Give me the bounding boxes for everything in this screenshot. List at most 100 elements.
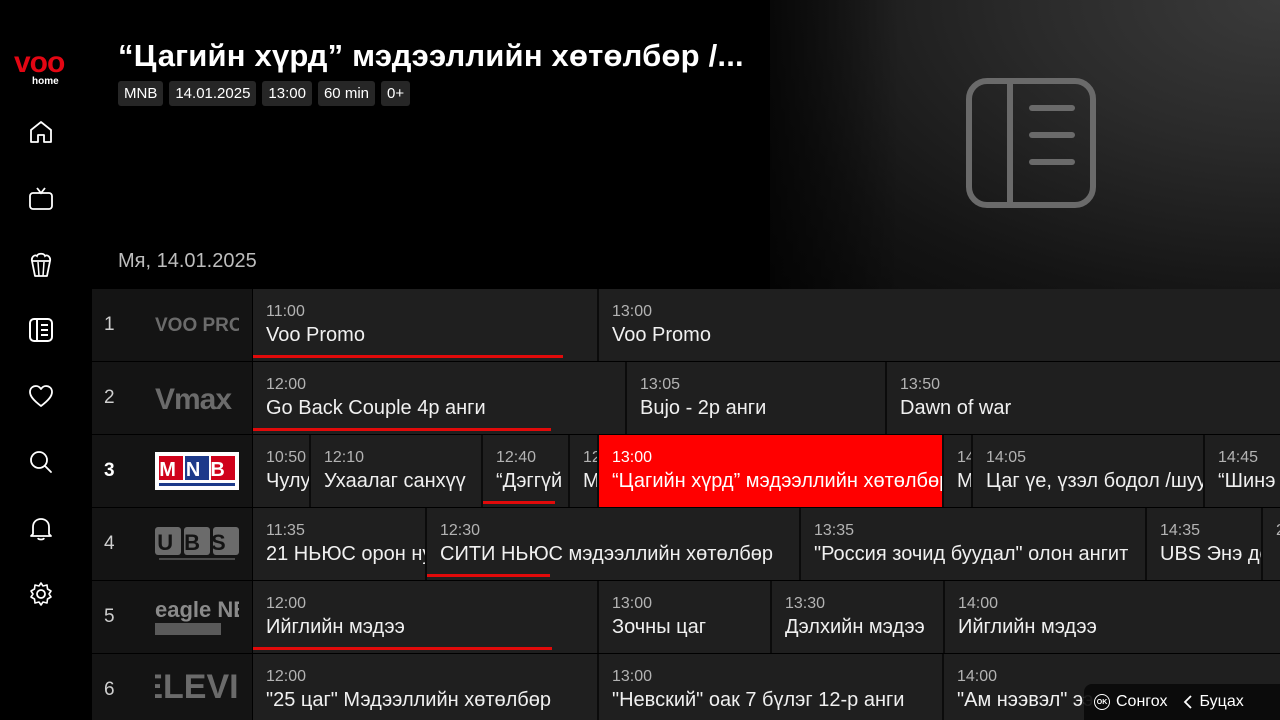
program-progress	[253, 647, 553, 650]
program-cell[interactable]: 13:00 Зочны цаг	[599, 581, 772, 653]
voo-logo: voo home	[14, 44, 80, 88]
program-time: 12	[583, 449, 597, 466]
chevron-left-icon	[1183, 695, 1192, 709]
program-cell[interactable]: 14:35 UBS Энэ долоо	[1147, 508, 1263, 580]
guide-placeholder-icon	[966, 78, 1096, 208]
nav-settings[interactable]	[26, 579, 56, 609]
program-cell[interactable]: 13:00 Voo Promo	[599, 289, 1280, 361]
popcorn-icon	[30, 252, 52, 277]
channel-cell[interactable]: 6 25 TELEVISION	[92, 654, 252, 720]
program-name: “Шинэ Т	[1218, 470, 1280, 492]
tv-icon	[29, 187, 53, 210]
program-time: 14:00	[958, 595, 999, 612]
program-cell[interactable]: 13:35 "Россия зочид буудал" олон ангит	[801, 508, 1147, 580]
program-cell[interactable]: 12:00 "25 цаг" Мэдээллийн хөтөлбөр	[253, 654, 599, 720]
program-name: M	[583, 470, 599, 492]
channel-number: 2	[104, 387, 115, 408]
channel-cell[interactable]: 1 VOO PROMO	[92, 289, 252, 361]
program-name: Дэлхийн мэдээ	[785, 616, 925, 638]
nav-notifications[interactable]	[26, 513, 56, 543]
nav-search[interactable]	[26, 447, 56, 477]
age-rating-badge: 0+	[381, 81, 411, 106]
program-cell[interactable]: 12:00 Ийглийн мэдээ	[253, 581, 599, 653]
back-hint[interactable]: Буцах	[1200, 693, 1244, 711]
program-cell[interactable]: 11:00 Voo Promo	[253, 289, 599, 361]
program-progress	[253, 355, 563, 358]
program-name: "Ам нээвэл" ээ	[957, 689, 1094, 711]
program-time: 14:05	[986, 449, 1027, 466]
program-cell[interactable]: 14 M	[944, 435, 973, 507]
vmax-logo: Vmax	[154, 376, 240, 420]
program-time: 14:00	[957, 668, 998, 685]
channel-number: 4	[104, 533, 115, 554]
program-name: Go Back Couple 4р анги	[266, 397, 486, 419]
nav-tv[interactable]	[26, 184, 56, 214]
program-cell[interactable]: 14:45 “Шинэ Т	[1205, 435, 1280, 507]
program-name: Voo Promo	[266, 324, 365, 346]
program-cell[interactable]: 13:50 Dawn of war	[887, 362, 1280, 434]
svg-text:25 TELEVISION: 25 TELEVISION	[155, 668, 239, 706]
program-time: 13:35	[814, 522, 855, 539]
svg-text:voo: voo	[14, 46, 65, 79]
program-cell[interactable]: 13:05 Bujo - 2р анги	[627, 362, 887, 434]
nav-guide[interactable]	[26, 315, 56, 345]
nav-movies[interactable]	[26, 250, 56, 280]
program-cell[interactable]: 14:05 Цаг үе, үзэл бодол /шууд/	[973, 435, 1205, 507]
channel-cell[interactable]: 2 Vmax	[92, 362, 252, 434]
program-cell[interactable]: 12:30 СИТИ НЬЮС мэдээллийн хөтөлбөр	[427, 508, 801, 580]
program-cell[interactable]: 13:00 "Невский" оак 7 бүлэг 12-р анги	[599, 654, 944, 720]
program-cell[interactable]: 12:40 “Дэггүй	[483, 435, 570, 507]
program-time: 11:35	[266, 522, 305, 539]
program-cell[interactable]: 12:10 Ухаалаг санхүү	[311, 435, 483, 507]
program-cell[interactable]: 12 M	[570, 435, 599, 507]
svg-text:MNB: MNB	[159, 459, 235, 481]
eagle-news-logo: eagle NEWS	[154, 595, 240, 639]
program-name: Voo Promo	[612, 324, 711, 346]
channel-row: 4 UBS 11:35 21 НЬЮС орон нутаг 12:30 СИТ…	[92, 508, 1280, 580]
program-time: 12:10	[324, 449, 365, 466]
select-hint[interactable]: Сонгох	[1116, 693, 1168, 711]
program-name: Dawn of war	[900, 397, 1012, 419]
svg-text:UBS: UBS	[157, 530, 236, 555]
gear-icon	[30, 582, 52, 606]
program-cell[interactable]: 14:00 Ийглийн мэдээ	[945, 581, 1280, 653]
program-time: 12:00	[266, 595, 307, 612]
svg-text:VOO PROMO: VOO PROMO	[155, 315, 239, 336]
channel-number: 6	[104, 679, 115, 700]
program-name: “Цагийн хүрд” мэдээллийн хөтөлбөр	[612, 470, 944, 492]
program-time: 13:50	[900, 376, 941, 393]
program-cell[interactable]: 10:50 Чулуу	[253, 435, 311, 507]
program-cell[interactable]: 11:35 21 НЬЮС орон нутаг	[253, 508, 427, 580]
channel-cell[interactable]: 5 eagle NEWS	[92, 581, 252, 653]
program-name: Ийглийн мэдээ	[958, 616, 1097, 638]
program-cell[interactable]: 2	[1263, 508, 1280, 580]
nav-home[interactable]	[26, 117, 56, 147]
program-name: Bujo - 2р анги	[640, 397, 767, 419]
program-name: Цаг үе, үзэл бодол /шууд/	[986, 470, 1205, 492]
program-name: “Дэггүй	[496, 470, 563, 492]
program-name: Зочны цаг	[612, 616, 707, 638]
channel-row-active: 3 MNB 10:50 Чулуу 12:10 Ухаалаг санхүү	[92, 435, 1280, 507]
program-name: "Невский" оак 7 бүлэг 12-р анги	[612, 689, 905, 711]
program-time: 12:40	[496, 449, 537, 466]
duration-badge: 60 min	[317, 81, 375, 106]
program-time: 12:00	[266, 376, 307, 393]
channel-cell[interactable]: 3 MNB	[92, 435, 252, 507]
nav-favorites[interactable]	[26, 381, 56, 411]
channel-cell[interactable]: 4 UBS	[92, 508, 252, 580]
program-cell[interactable]: 12:00 Go Back Couple 4р анги	[253, 362, 627, 434]
ok-button-icon: OK	[1094, 694, 1110, 710]
program-cell[interactable]: 13:30 Дэлхийн мэдээ	[772, 581, 945, 653]
program-name: Ийглийн мэдээ	[266, 616, 405, 638]
program-title: “Цагийн хүрд” мэдээллийн хөтөлбөр /...	[118, 38, 744, 73]
program-name: СИТИ НЬЮС мэдээллийн хөтөлбөр	[440, 543, 773, 565]
program-cell-selected[interactable]: 13:00 “Цагийн хүрд” мэдээллийн хөтөлбөр	[599, 435, 944, 507]
sidebar: voo home	[0, 0, 88, 720]
program-time: 10:50	[266, 449, 307, 466]
program-name: "Россия зочид буудал" олон ангит	[814, 543, 1129, 565]
guide-date: Мя, 14.01.2025	[118, 250, 257, 272]
program-time: 14:35	[1160, 522, 1201, 539]
program-progress	[427, 574, 550, 577]
ubs-logo: UBS	[154, 522, 240, 566]
program-name: "25 цаг" Мэдээллийн хөтөлбөр	[266, 689, 552, 711]
